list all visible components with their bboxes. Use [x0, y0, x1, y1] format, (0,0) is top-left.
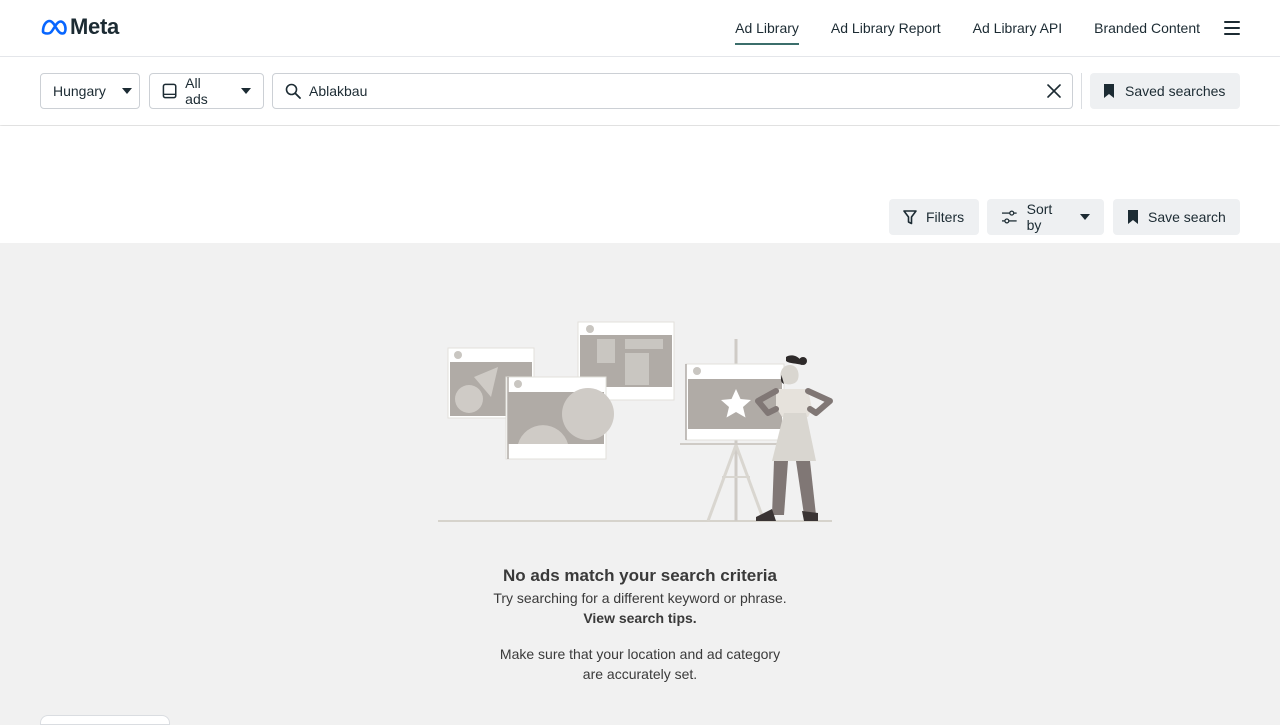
view-search-tips-link[interactable]: View search tips.	[0, 610, 1280, 626]
bookmark-icon	[1104, 84, 1114, 98]
country-select[interactable]: Hungary	[40, 73, 140, 109]
tablet-icon	[162, 83, 177, 99]
country-select-label: Hungary	[53, 83, 106, 99]
empty-hint-location-2: are accurately set.	[582, 666, 698, 682]
chevron-down-icon	[241, 88, 251, 94]
close-icon[interactable]	[1046, 83, 1062, 99]
nav-ad-library-api[interactable]: Ad Library API	[973, 0, 1063, 56]
top-nav: Ad Library Ad Library Report Ad Library …	[703, 0, 1240, 56]
ad-type-select-label: All ads	[185, 75, 208, 107]
filter-icon	[903, 209, 917, 224]
logo-text: Meta	[70, 14, 119, 39]
empty-hint: Try searching for a different keyword or…	[493, 590, 787, 606]
top-header: Meta Ad Library Ad Library Report Ad Lib…	[0, 0, 1280, 57]
saved-searches-button[interactable]: Saved searches	[1090, 73, 1240, 109]
save-search-button[interactable]: Save search	[1113, 199, 1240, 235]
chevron-down-icon	[121, 88, 132, 94]
sort-by-button[interactable]: Sort by	[987, 199, 1104, 235]
search-box	[272, 73, 1073, 109]
empty-title: No ads match your search criteria	[502, 566, 777, 585]
nav-ad-library-report[interactable]: Ad Library Report	[831, 0, 941, 56]
save-search-label: Save search	[1148, 209, 1226, 225]
empty-state-illustration	[438, 321, 833, 522]
empty-hint-location-1: Make sure that your location and ad cate…	[499, 646, 781, 662]
bottom-floating-card	[40, 715, 170, 725]
vertical-divider	[1081, 73, 1082, 109]
bookmark-icon	[1128, 210, 1138, 224]
results-toolbar: Filters Sort by Save search	[0, 126, 1280, 243]
search-bar: Hungary All ads Saved searches	[0, 57, 1280, 125]
filters-button[interactable]: Filters	[889, 199, 979, 235]
saved-searches-label: Saved searches	[1125, 83, 1226, 99]
meta-logo[interactable]: Meta	[40, 14, 119, 40]
search-icon	[285, 83, 301, 99]
empty-results: No ads match your search criteria Try se…	[0, 243, 1280, 720]
hamburger-menu-icon[interactable]	[1224, 21, 1240, 35]
filters-label: Filters	[926, 209, 965, 225]
sort-by-label: Sort by	[1026, 201, 1053, 233]
nav-ad-library[interactable]: Ad Library	[735, 0, 799, 56]
ad-type-select[interactable]: All ads	[149, 73, 264, 109]
sliders-icon	[1001, 210, 1017, 224]
nav-branded-content[interactable]: Branded Content	[1094, 0, 1200, 56]
chevron-down-icon	[1080, 214, 1090, 220]
search-input[interactable]	[309, 83, 1009, 99]
meta-infinity-icon	[41, 19, 67, 35]
